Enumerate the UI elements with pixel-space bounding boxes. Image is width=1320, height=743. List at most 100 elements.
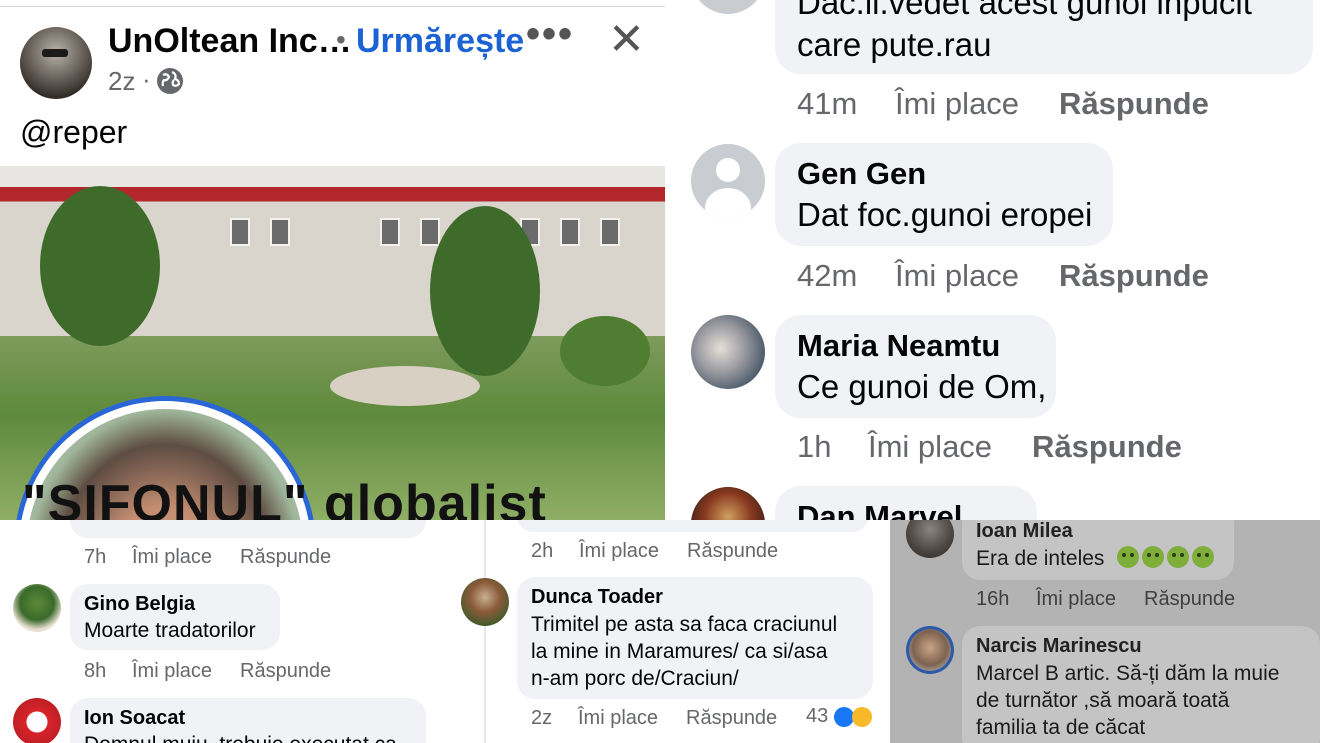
comment-author[interactable]: Narcis Marinescu bbox=[976, 635, 1142, 658]
comments-panel-bottom-right: Ioan Milea Era de inteles 16h Îmi place … bbox=[890, 520, 1320, 743]
follow-button[interactable]: Urmărește bbox=[356, 22, 524, 61]
like-link[interactable]: Îmi place bbox=[579, 540, 659, 563]
window bbox=[560, 218, 580, 246]
comment-bubble: Dunca Toader Trimitel pe asta sa faca cr… bbox=[517, 577, 873, 699]
comment-author[interactable]: Gen Gen bbox=[797, 156, 926, 192]
garden-path bbox=[330, 366, 480, 406]
comment-time[interactable]: 16h bbox=[976, 588, 1009, 611]
window bbox=[230, 218, 250, 246]
comment-text: Moarte tradatorilor bbox=[84, 619, 256, 642]
avatar[interactable] bbox=[691, 315, 765, 389]
comment-author[interactable]: Ion Soacat bbox=[84, 707, 185, 730]
avatar[interactable] bbox=[691, 0, 765, 14]
like-link[interactable]: Îmi place bbox=[895, 258, 1019, 294]
reply-link[interactable]: Răspunde bbox=[1059, 258, 1209, 294]
page-avatar[interactable] bbox=[20, 27, 92, 99]
thread-line bbox=[484, 520, 486, 743]
post-panel: UnOltean Inc… • Urmărește ••• ✕ 2z · @re… bbox=[0, 0, 665, 520]
like-link[interactable]: Îmi place bbox=[132, 546, 212, 569]
comment-text: n-am porc de/Craciun/ bbox=[531, 667, 739, 690]
post-time[interactable]: 2z bbox=[108, 66, 135, 97]
comments-panel-bottom-left: 7h Îmi place Răspunde Gino Belgia Moarte… bbox=[0, 520, 450, 743]
separator: • bbox=[336, 24, 346, 55]
comment-bubble: Ion Soacat Domnul muiu. trebuie executat… bbox=[70, 698, 426, 743]
haha-reaction-icon[interactable] bbox=[852, 707, 872, 727]
reply-link[interactable]: Răspunde bbox=[1032, 429, 1182, 465]
comment-bubble: Dac.il.vedet acest gunoi inpucit care pu… bbox=[775, 0, 1313, 74]
comment-time[interactable]: 42m bbox=[797, 258, 857, 294]
comment-text: care pute.rau bbox=[797, 26, 992, 63]
reply-link[interactable]: Răspunde bbox=[686, 707, 777, 730]
comment-text: Era de inteles bbox=[976, 547, 1105, 570]
comment-bubble: Gino Belgia Moarte tradatorilor bbox=[70, 584, 280, 650]
reply-link[interactable]: Răspunde bbox=[240, 660, 331, 683]
post-image[interactable] bbox=[0, 166, 665, 520]
comment-time[interactable]: 1h bbox=[797, 429, 831, 465]
separator: · bbox=[142, 64, 151, 94]
comment-text: la mine in Maramures/ ca si/asa bbox=[531, 640, 828, 663]
comment-bubble: Ioan Milea Era de inteles bbox=[962, 520, 1234, 580]
like-reaction-icon[interactable] bbox=[834, 707, 854, 727]
comment-bubble: Maria Neamtu Ce gunoi de Om, bbox=[775, 315, 1056, 418]
nauseated-face-icon bbox=[1141, 546, 1164, 568]
nauseated-face-icon bbox=[1116, 546, 1139, 568]
comment-bubble bbox=[70, 520, 426, 538]
nauseated-face-icon bbox=[1166, 546, 1189, 568]
like-link[interactable]: Îmi place bbox=[578, 707, 658, 730]
avatar[interactable] bbox=[691, 144, 765, 218]
comments-panel-bottom-middle: 2h Îmi place Răspunde Dunca Toader Trimi… bbox=[450, 520, 890, 743]
reply-link[interactable]: Răspunde bbox=[687, 540, 778, 563]
page-name[interactable]: UnOltean Inc… bbox=[108, 22, 352, 61]
comment-text: Dac.il.vedet acest gunoi inpucit bbox=[797, 0, 1252, 21]
comment-time[interactable]: 41m bbox=[797, 86, 857, 122]
comments-panel-top: Dac.il.vedet acest gunoi inpucit care pu… bbox=[665, 0, 1320, 520]
avatar[interactable] bbox=[691, 487, 765, 520]
close-icon[interactable]: ✕ bbox=[608, 18, 645, 62]
comment-text: Marcel B artic. Să-ți dăm la muie bbox=[976, 662, 1280, 685]
reaction-count[interactable]: 43 bbox=[806, 705, 828, 728]
comment-text: Ce gunoi de Om, bbox=[797, 368, 1047, 405]
divider bbox=[0, 6, 665, 7]
comment-bubble: Gen Gen Dat foc.gunoi eropei bbox=[775, 143, 1113, 246]
avatar[interactable] bbox=[461, 578, 509, 626]
globe-icon bbox=[157, 68, 183, 94]
window bbox=[600, 218, 620, 246]
window bbox=[420, 218, 440, 246]
comment-body: Era de inteles bbox=[976, 545, 1214, 572]
like-link[interactable]: Îmi place bbox=[1036, 588, 1116, 611]
tree bbox=[40, 186, 160, 346]
comment-author[interactable]: Dunca Toader bbox=[531, 586, 663, 609]
comment-author[interactable]: Gino Belgia bbox=[84, 593, 195, 616]
window bbox=[380, 218, 400, 246]
comment-bubble: Narcis Marinescu Marcel B artic. Să-ți d… bbox=[962, 626, 1320, 743]
like-link[interactable]: Îmi place bbox=[895, 86, 1019, 122]
comment-time[interactable]: 7h bbox=[84, 546, 106, 569]
avatar[interactable] bbox=[13, 698, 61, 743]
image-headline: "SIFONUL" globalist bbox=[22, 475, 547, 520]
comment-author[interactable]: Ioan Milea bbox=[976, 520, 1073, 543]
comment-text: Domnul muiu. trebuie executat ca bbox=[84, 733, 397, 743]
like-link[interactable]: Îmi place bbox=[132, 660, 212, 683]
reply-link[interactable]: Răspunde bbox=[1144, 588, 1235, 611]
comment-bubble: Dan Marvel bbox=[775, 486, 1037, 520]
comment-time[interactable]: 8h bbox=[84, 660, 106, 683]
comment-text: Dat foc.gunoi eropei bbox=[797, 196, 1093, 233]
comment-text: familia ta de căcat bbox=[976, 716, 1146, 739]
comment-text: Trimitel pe asta sa faca craciunul bbox=[531, 613, 838, 636]
reply-link[interactable]: Răspunde bbox=[1059, 86, 1209, 122]
tree bbox=[430, 206, 540, 376]
like-link[interactable]: Îmi place bbox=[868, 429, 992, 465]
reply-link[interactable]: Răspunde bbox=[240, 546, 331, 569]
comment-author[interactable]: Maria Neamtu bbox=[797, 328, 1000, 364]
avatar[interactable] bbox=[906, 520, 954, 558]
comment-time[interactable]: 2h bbox=[531, 540, 553, 563]
comment-time[interactable]: 2z bbox=[531, 707, 552, 730]
post-text[interactable]: @reper bbox=[20, 114, 127, 151]
nauseated-face-icon bbox=[1191, 546, 1214, 568]
avatar[interactable] bbox=[13, 584, 61, 632]
comment-author[interactable]: Dan Marvel bbox=[797, 499, 962, 520]
window bbox=[270, 218, 290, 246]
more-icon[interactable]: ••• bbox=[526, 12, 574, 57]
hedge bbox=[560, 316, 650, 386]
avatar[interactable] bbox=[906, 626, 954, 674]
